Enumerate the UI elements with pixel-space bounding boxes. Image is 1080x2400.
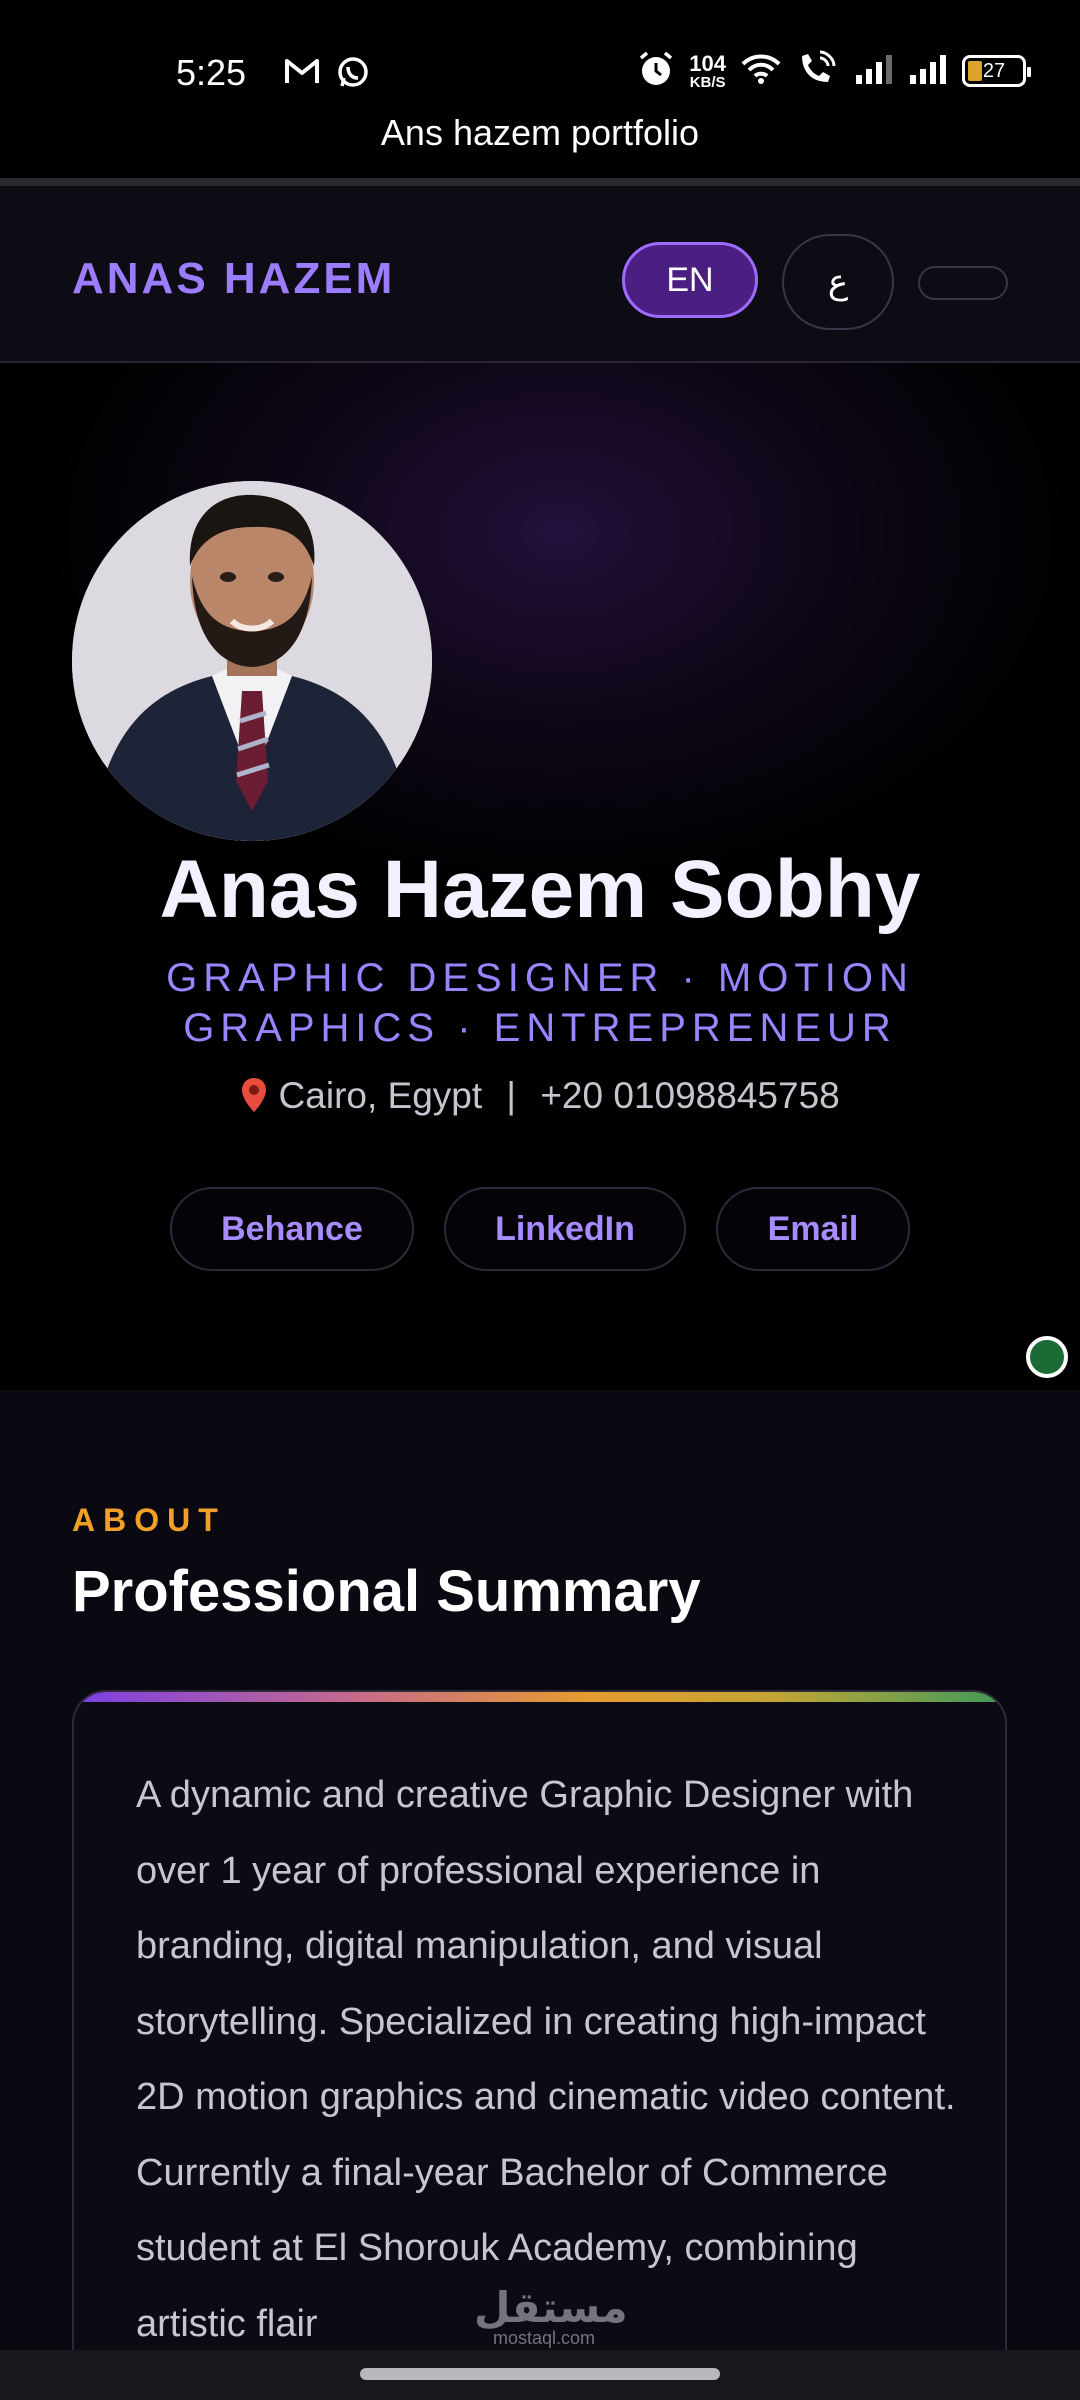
wifi-icon xyxy=(740,52,782,91)
email-link[interactable]: Email xyxy=(716,1187,910,1271)
watermark-latin: mostaql.com xyxy=(492,2328,596,2348)
status-indicators: 104 KB/S 27 xyxy=(637,46,1031,96)
alarm-icon xyxy=(637,50,675,93)
page-title: Ans hazem portfolio xyxy=(380,112,700,153)
status-dot-icon[interactable] xyxy=(1026,1336,1068,1378)
status-time: 5:25 xyxy=(176,52,247,93)
about-section: ABOUT Professional Summary A dynamic and… xyxy=(0,1390,1080,2390)
mostaql-watermark: مستقل mostaql.com xyxy=(474,2284,628,2349)
watermark-arabic: مستقل xyxy=(474,2284,628,2331)
whatsapp-icon xyxy=(336,56,370,95)
contact-separator: | xyxy=(506,1075,517,1116)
network-speed: 104 KB/S xyxy=(689,50,726,91)
hero-role: GRAPHIC DESIGNER · MOTION GRAPHICS · ENT… xyxy=(140,953,940,1053)
lang-ar-button[interactable]: ع xyxy=(782,234,894,330)
phone-text[interactable]: +20 01098845758 xyxy=(540,1075,839,1116)
hero-section: Anas Hazem Sobhy GRAPHIC DESIGNER · MOTI… xyxy=(0,363,1080,1390)
battery-level: 27 xyxy=(982,59,1006,82)
site-header: ANAS HAZEM EN ع xyxy=(0,178,1080,363)
hero-contact: Cairo, Egypt | +20 01098845758 xyxy=(0,1075,1080,1117)
section-title: Professional Summary xyxy=(72,1559,701,1624)
network-speed-value: 104 xyxy=(689,50,726,76)
location-pin-icon xyxy=(240,1075,278,1116)
hero-role-line1: GRAPHIC DESIGNER · MOTION xyxy=(166,956,914,1000)
signal-icon xyxy=(908,53,948,90)
gesture-bar xyxy=(0,2350,1080,2400)
hero-role-line2: GRAPHICS · ENTREPRENEUR xyxy=(183,1006,897,1050)
behance-link[interactable]: Behance xyxy=(170,1187,414,1271)
hero-name: Anas Hazem Sobhy xyxy=(159,844,921,935)
signal-icon xyxy=(854,53,894,90)
brand-logo[interactable]: ANAS HAZEM xyxy=(72,254,395,304)
location-text: Cairo, Egypt xyxy=(278,1075,483,1116)
linkedin-link[interactable]: LinkedIn xyxy=(444,1187,686,1271)
home-indicator[interactable] xyxy=(360,2368,720,2380)
section-label: ABOUT xyxy=(72,1502,226,1538)
battery-icon: 27 xyxy=(962,55,1031,87)
wifi-call-icon xyxy=(796,50,840,93)
summary-text: A dynamic and creative Graphic Designer … xyxy=(136,1774,956,2345)
gmail-icon xyxy=(284,56,320,91)
status-bar: 5:25 104 KB/S 27 xyxy=(0,0,1080,120)
lang-en-button[interactable]: EN xyxy=(622,242,758,318)
profile-photo xyxy=(72,481,432,841)
card-gradient-strip xyxy=(74,1692,1005,1702)
network-speed-unit: KB/S xyxy=(689,73,726,91)
theme-toggle[interactable] xyxy=(918,266,1008,300)
